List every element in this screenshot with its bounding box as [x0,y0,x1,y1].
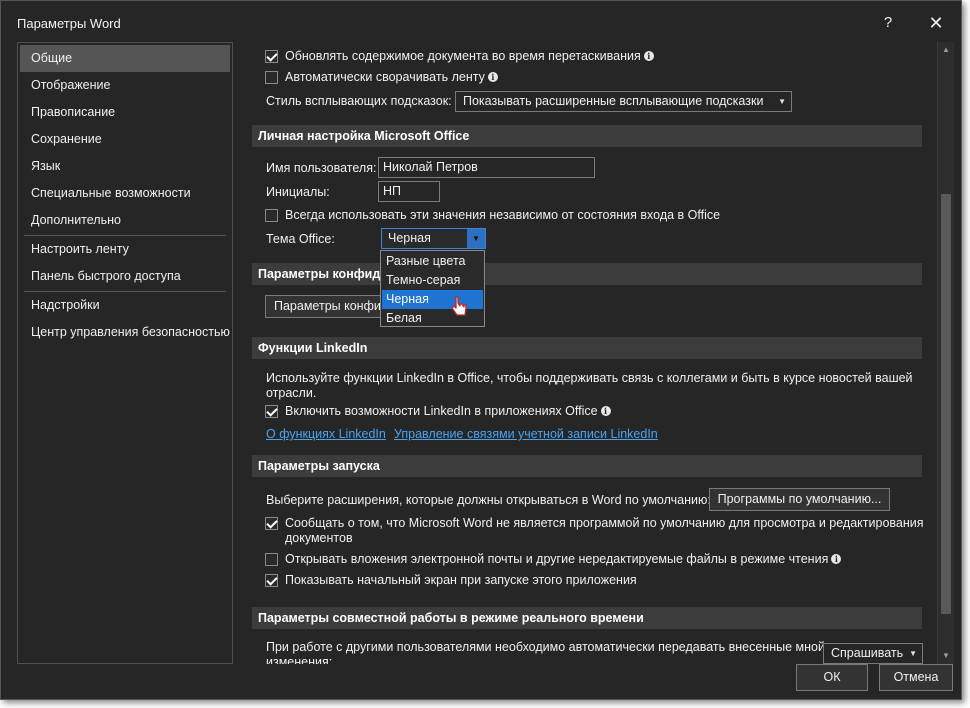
section-header-startup: Параметры запуска [252,455,922,477]
info-icon: i [600,406,611,416]
sidebar-item-save[interactable]: Сохранение [20,126,230,153]
notify-default-label-line1: Сообщать о том, что Microsoft Word не яв… [285,516,924,530]
word-options-dialog: Параметры Word ? ✕ Общие Отображение Пра… [0,0,962,700]
scroll-thumb[interactable] [941,194,951,614]
screentip-style-select[interactable]: Показывать расширенные всплывающие подск… [455,91,792,112]
sidebar-item-advanced[interactable]: Дополнительно [20,207,230,234]
chevron-down-icon: ▼ [909,649,917,658]
coauthoring-description-line1: При работе с другими пользователями необ… [266,640,825,654]
sidebar-item-addins[interactable]: Надстройки [20,292,230,319]
office-theme-dropdown: Разные цвета Темно-серая Черная Белая [380,250,485,327]
office-theme-select[interactable]: Черная ▼ [381,228,486,249]
notify-default-checkbox[interactable] [265,517,278,530]
hand-cursor-icon [451,296,467,316]
theme-option-colorful[interactable]: Разные цвета [382,252,483,271]
sidebar-item-general[interactable]: Общие [20,45,230,72]
username-label: Имя пользователя: [266,161,377,175]
notify-default-label-line2: документов [285,531,353,545]
linkedin-enable-label: Включить возможности LinkedIn в приложен… [285,404,611,418]
sidebar-item-language[interactable]: Язык [20,153,230,180]
username-input[interactable]: Николай Петров [378,157,595,178]
sidebar-nav: Общие Отображение Правописание Сохранени… [17,42,233,664]
initials-label: Инициалы: [266,185,330,199]
sidebar-item-customize-ribbon[interactable]: Настроить ленту [20,236,230,263]
options-content-panel: Обновлять содержимое документа во время … [237,42,937,664]
screentip-style-label: Стиль всплывающих подсказок: [266,94,452,108]
title-bar: Параметры Word ? ✕ [1,1,961,41]
show-start-screen-label: Показывать начальный экран при запуске э… [285,573,637,587]
collapse-ribbon-text: Автоматически сворачивать ленту [285,70,485,84]
default-extensions-label: Выберите расширения, которые должны откр… [266,493,711,507]
open-attachments-checkbox[interactable] [265,553,278,566]
office-theme-value: Черная [388,231,431,245]
section-header-personalize: Личная настройка Microsoft Office [252,125,922,147]
sidebar-item-trust-center[interactable]: Центр управления безопасностью [20,319,230,346]
coauthoring-select-value: Спрашивать [831,646,904,660]
section-header-linkedin: Функции LinkedIn [252,337,922,359]
update-content-dragging-label: Обновлять содержимое документа во время … [285,49,654,63]
chevron-down-icon[interactable]: ▼ [467,229,485,248]
scroll-down-icon[interactable]: ▼ [938,648,954,664]
sidebar-item-accessibility[interactable]: Специальные возможности [20,180,230,207]
info-icon: i [643,51,654,61]
linkedin-enable-checkbox[interactable] [265,405,278,418]
info-icon: i [487,72,498,82]
default-programs-button[interactable]: Программы по умолчанию... [709,488,890,511]
content-scrollbar[interactable]: ▲ ▼ [937,42,954,664]
collapse-ribbon-label: Автоматически сворачивать ленту i [285,70,498,84]
info-icon: i [831,554,842,564]
sidebar-item-quick-access-toolbar[interactable]: Панель быстрого доступа [20,263,230,290]
update-content-dragging-text: Обновлять содержимое документа во время … [285,49,641,63]
theme-option-dark-gray[interactable]: Темно-серая [382,271,483,290]
always-use-values-label: Всегда использовать эти значения независ… [285,208,721,222]
coauthoring-select[interactable]: Спрашивать ▼ [823,643,923,664]
screentip-style-value: Показывать расширенные всплывающие подск… [463,94,764,108]
sidebar-item-proofing[interactable]: Правописание [20,99,230,126]
section-header-privacy: Параметры конфиденциальности [252,263,922,285]
open-attachments-label: Открывать вложения электронной почты и д… [285,552,842,566]
show-start-screen-checkbox[interactable] [265,574,278,587]
section-header-coauthoring: Параметры совместной работы в режиме реа… [252,607,922,629]
always-use-values-checkbox[interactable] [265,209,278,222]
office-theme-label: Тема Office: [266,232,335,246]
chevron-down-icon: ▼ [778,97,786,106]
linkedin-description-line1: Используйте функции LinkedIn в Office, ч… [266,371,913,385]
ok-button[interactable]: ОК [796,664,868,691]
manage-linkedin-link[interactable]: Управление связями учетной записи Linked… [394,427,658,441]
sidebar-item-display[interactable]: Отображение [20,72,230,99]
collapse-ribbon-checkbox[interactable] [265,71,278,84]
scroll-up-icon[interactable]: ▲ [938,42,954,58]
open-attachments-text: Открывать вложения электронной почты и д… [285,552,829,566]
about-linkedin-link[interactable]: О функциях LinkedIn [266,427,386,441]
dialog-title: Параметры Word [17,16,121,31]
update-content-dragging-checkbox[interactable] [265,50,278,63]
linkedin-enable-text: Включить возможности LinkedIn в приложен… [285,404,598,418]
linkedin-description-line2: отрасли. [266,386,317,400]
close-button[interactable]: ✕ [921,9,951,37]
cancel-button[interactable]: Отмена [879,664,953,691]
coauthoring-description-line2: изменения: [266,655,333,664]
initials-input[interactable]: НП [378,181,440,202]
help-button[interactable]: ? [873,9,903,37]
